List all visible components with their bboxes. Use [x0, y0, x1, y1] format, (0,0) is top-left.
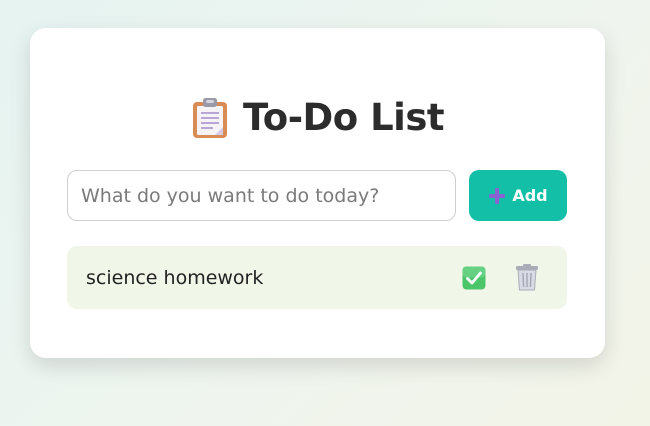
plus-icon: [488, 187, 506, 205]
add-button-label: Add: [512, 186, 548, 205]
add-button[interactable]: Add: [469, 170, 567, 221]
check-icon[interactable]: [462, 266, 486, 290]
clipboard-icon: [191, 97, 229, 139]
new-task-row: Add: [67, 170, 567, 221]
task-text: science homework: [86, 266, 264, 289]
task-input[interactable]: [67, 170, 456, 221]
list-item: science homework: [67, 246, 567, 309]
trash-icon[interactable]: [515, 264, 539, 291]
todo-card: To-Do List Add science homework: [30, 28, 605, 358]
page-title: To-Do List: [242, 96, 445, 139]
task-list: science homework: [67, 246, 567, 309]
header: To-Do List: [30, 96, 605, 139]
